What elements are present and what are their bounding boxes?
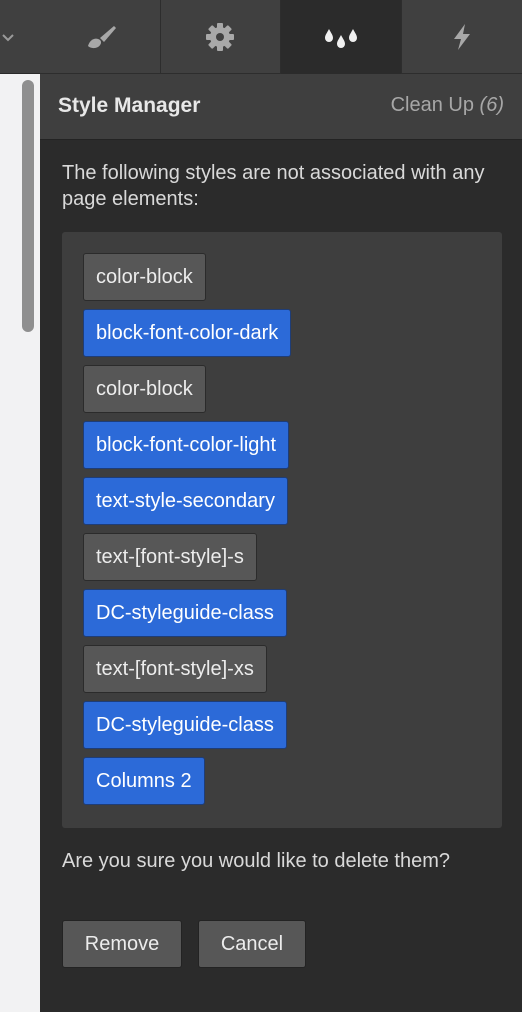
tab-style[interactable]: [40, 0, 161, 74]
lightning-icon: [453, 23, 470, 50]
clean-up-label: Clean Up: [390, 94, 474, 116]
panel-title: Style Manager: [58, 94, 201, 117]
tab-style-manager[interactable]: [281, 0, 402, 74]
style-chip[interactable]: color-block: [83, 365, 206, 413]
paintbrush-icon: [87, 25, 116, 48]
tab-settings[interactable]: [160, 0, 281, 74]
style-chip[interactable]: text-[font-style]-s: [83, 533, 257, 581]
gear-icon: [206, 22, 235, 51]
canvas-strip: [0, 0, 40, 1012]
unused-styles-list: color-block block-font-color-dark color-…: [62, 232, 502, 828]
tab-interactions[interactable]: [401, 0, 522, 74]
style-chip[interactable]: text-style-secondary: [83, 477, 288, 525]
intro-text: The following styles are not associated …: [62, 162, 485, 210]
style-chip[interactable]: text-[font-style]-xs: [83, 645, 267, 693]
app-root: Style Manager Clean Up (6) The following…: [0, 0, 522, 1012]
panel-header: Style Manager Clean Up (6): [40, 74, 522, 140]
scrollbar[interactable]: [22, 80, 34, 332]
left-toolbar: [0, 0, 40, 74]
style-chip[interactable]: Columns 2: [83, 757, 205, 805]
remove-button[interactable]: Remove: [62, 920, 182, 968]
tab-bar: [40, 0, 522, 74]
style-chip[interactable]: block-font-color-dark: [83, 309, 292, 357]
style-manager-panel: Style Manager Clean Up (6) The following…: [40, 74, 522, 1012]
clean-up-link[interactable]: Clean Up (6): [391, 94, 504, 117]
style-chip[interactable]: DC-styleguide-class: [83, 701, 287, 749]
cancel-button[interactable]: Cancel: [198, 920, 306, 968]
confirm-text: Are you sure you would like to delete th…: [62, 850, 450, 872]
style-chip[interactable]: DC-styleguide-class: [83, 589, 287, 637]
drops-icon: [324, 29, 357, 48]
style-chip[interactable]: block-font-color-light: [83, 421, 290, 469]
clean-up-count: (6): [479, 94, 504, 116]
chevron-down-icon[interactable]: [0, 27, 20, 47]
style-chip[interactable]: color-block: [83, 253, 206, 301]
